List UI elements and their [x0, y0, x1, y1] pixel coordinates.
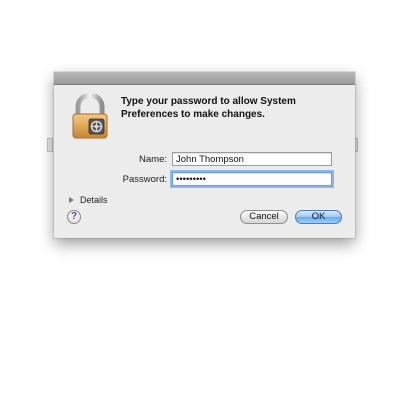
dialog-titlebar — [54, 72, 355, 85]
name-field[interactable] — [172, 152, 332, 166]
details-disclosure[interactable]: Details — [69, 194, 108, 206]
details-label: Details — [80, 195, 108, 205]
disclosure-triangle-icon[interactable] — [69, 197, 74, 203]
password-field[interactable] — [172, 172, 332, 186]
name-label: Name: — [139, 154, 167, 165]
help-button[interactable]: ? — [67, 210, 81, 224]
lock-icon — [72, 94, 108, 139]
cancel-button[interactable]: Cancel — [240, 210, 288, 224]
ok-button[interactable]: OK — [295, 210, 342, 224]
name-row: Name: — [54, 152, 355, 168]
password-row: Password: — [54, 172, 355, 188]
password-label: Password: — [122, 174, 167, 185]
help-icon: ? — [70, 211, 78, 222]
background-window-edge-left — [47, 138, 53, 152]
auth-message: Type your password to allow System Prefe… — [121, 96, 296, 120]
authentication-dialog: Type your password to allow System Prefe… — [54, 72, 355, 238]
